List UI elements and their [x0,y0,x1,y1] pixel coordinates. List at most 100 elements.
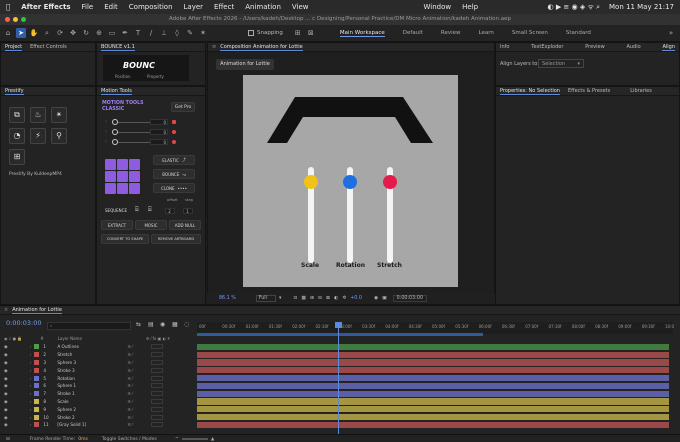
layer-switches-icon[interactable]: ✲ ⁄ [127,422,133,427]
extract-button[interactable]: EXTRACT [101,220,133,230]
layer-switches-icon[interactable]: ✲ ⁄ [127,352,133,357]
tab-bounce[interactable]: BOUNCE v1.1 [101,44,135,51]
layer-switches-icon[interactable]: ✲ ⁄ [127,383,133,388]
layer-label-color[interactable] [34,414,40,420]
prestify-preset-5-icon[interactable]: ⚡ [30,128,46,144]
layer-name[interactable]: Sphere 1 [57,383,107,388]
visibility-eye-icon[interactable]: ◉ [4,360,8,365]
channel-icon[interactable]: ◐ [334,296,338,301]
tab-effect-controls[interactable]: Effect Controls [30,44,67,50]
layer-parent-field[interactable] [150,344,163,350]
selection-tool-icon[interactable]: ➤ [16,28,26,38]
brush-tool-icon[interactable]: / [146,28,156,38]
apple-icon[interactable]:  [6,3,10,11]
layer-parent-field[interactable] [150,391,163,397]
anchor-tl[interactable] [105,159,116,170]
layer-row[interactable]: ◉ › 5 Rotation ✲ ⁄ [0,374,196,382]
clone-stamp-icon[interactable]: ⊥ [159,28,169,38]
expand-chevron-icon[interactable]: › [30,391,32,396]
shy-layers-icon[interactable]: ◉ [160,321,165,328]
motion-blur-icon[interactable]: ◌ [184,321,189,328]
expand-chevron-icon[interactable]: › [30,368,32,373]
window-controls[interactable] [5,17,26,22]
workspace-learn[interactable]: Learn [479,30,494,36]
prestify-preset-2-icon[interactable]: ♨ [30,107,46,123]
menu-app-name[interactable]: After Effects [21,3,70,11]
layer-duration-bar[interactable] [197,413,669,421]
sequence-stairs-2-icon[interactable]: ⌸ [148,206,152,214]
3d-view-icon[interactable]: ⊟ [318,296,322,301]
region-icon[interactable]: ⊡ [293,296,297,301]
visibility-eye-icon[interactable]: ◉ [4,344,8,349]
anchor-mr[interactable] [129,171,140,182]
layer-label-color[interactable] [34,406,40,412]
sequence-stairs-icon[interactable]: ⌸ [135,206,139,214]
comp-mini-flowchart-icon[interactable]: ⇆ [136,321,141,328]
layer-switches-icon[interactable]: ✲ ⁄ [127,360,133,365]
layer-name[interactable]: Sphere 2 [57,407,107,412]
convert-to-shape-button[interactable]: CONVERT TO SHAPE [101,234,149,244]
zoom-tool-icon[interactable]: ⌕ [42,28,52,38]
layer-name[interactable]: Scale [57,399,107,404]
mask-icon[interactable]: ⊞ [310,296,314,301]
puppet-tool-icon[interactable]: ✶ [198,28,208,38]
zoom-out-icon[interactable]: ⌔ [175,436,179,442]
menu-help[interactable]: Help [462,3,478,11]
playhead-handle[interactable] [335,322,342,328]
layer-parent-field[interactable] [150,359,163,365]
work-area-bar[interactable] [197,333,483,336]
layer-row[interactable]: ◉ › 2 Stretch ✲ ⁄ [0,351,196,359]
viewer-timecode[interactable]: 0:00:03:00 [392,295,427,302]
prestify-preset-3-icon[interactable]: ✴ [51,107,67,123]
layer-duration-bar[interactable] [197,359,669,366]
layer-parent-field[interactable] [150,422,163,428]
layer-name[interactable]: Sphere 3 [57,360,107,365]
sequence-label[interactable]: SEQUENCE [105,208,127,213]
transparency-grid-icon[interactable]: ▦ [301,296,306,301]
bounce-button[interactable]: BOUNCE ↝ [153,169,195,179]
timeline-timecode[interactable]: 0:00:03:00 [6,319,42,327]
bounce-tab-property[interactable]: Property [147,74,164,79]
layer-row[interactable]: ◉ › 11 [Gray Solid 1] ✲ ⁄ [0,421,196,429]
orbit-tool-icon[interactable]: ⟳ [55,28,65,38]
exposure-value[interactable]: +0.0 [350,296,362,301]
anchor-ml[interactable] [105,171,116,182]
resolution-dropdown[interactable]: Full [255,295,276,302]
layer-switches-icon[interactable]: ✲ ⁄ [127,391,133,396]
expand-chevron-icon[interactable]: › [30,352,32,357]
menu-animation[interactable]: Animation [245,3,281,11]
layer-parent-field[interactable] [150,352,163,358]
minimize-window-icon[interactable] [13,17,18,22]
menu-layer[interactable]: Layer [184,3,204,11]
workspace-review[interactable]: Review [441,30,461,36]
anchor-br[interactable] [129,183,140,194]
pan-behind-tool-icon[interactable]: ⊕ [94,28,104,38]
align-to-dropdown[interactable]: Selection ▾ [538,59,584,68]
timeline-tab[interactable]: Animation for Lottie [12,307,62,314]
eraser-tool-icon[interactable]: ◊ [172,28,182,38]
visibility-eye-icon[interactable]: ◉ [4,391,8,396]
layer-label-color[interactable] [34,375,40,381]
visibility-eye-icon[interactable]: ◉ [4,407,8,412]
stretch-knob[interactable] [383,175,397,189]
layer-switches-icon[interactable]: ✲ ⁄ [127,399,133,404]
layer-parent-field[interactable] [150,375,163,381]
rectangle-tool-icon[interactable]: ▭ [107,28,117,38]
tab-effects-presets[interactable]: Effects & Presets [568,88,610,94]
layer-name[interactable]: Stroke 3 [57,368,107,373]
layer-switches-icon[interactable]: ✲ ⁄ [127,344,133,349]
timeline-search-input[interactable]: ⌕ [47,322,131,330]
mt-slider-2-value[interactable]: 0 [150,129,168,135]
layer-row[interactable]: ◉ › 9 Sphere 2 ✲ ⁄ [0,405,196,413]
get-pro-button[interactable]: Get Pro [171,102,195,112]
anchor-bc[interactable] [117,183,128,194]
layer-name[interactable]: Rotation [57,376,107,381]
composition-panel-title[interactable]: Composition Animation for Lottie [220,44,303,51]
layer-switches-icon[interactable]: ✲ ⁄ [127,407,133,412]
clone-button[interactable]: CLONE •••• [153,183,195,193]
av-features-icon[interactable]: ◉ ♪ ● 🔒 [4,336,22,341]
layer-name[interactable]: Stroke 2 [57,415,107,420]
more-workspaces-icon[interactable]: » [666,28,676,38]
layer-duration-bar[interactable] [197,421,669,429]
layer-duration-bar[interactable] [197,406,669,413]
